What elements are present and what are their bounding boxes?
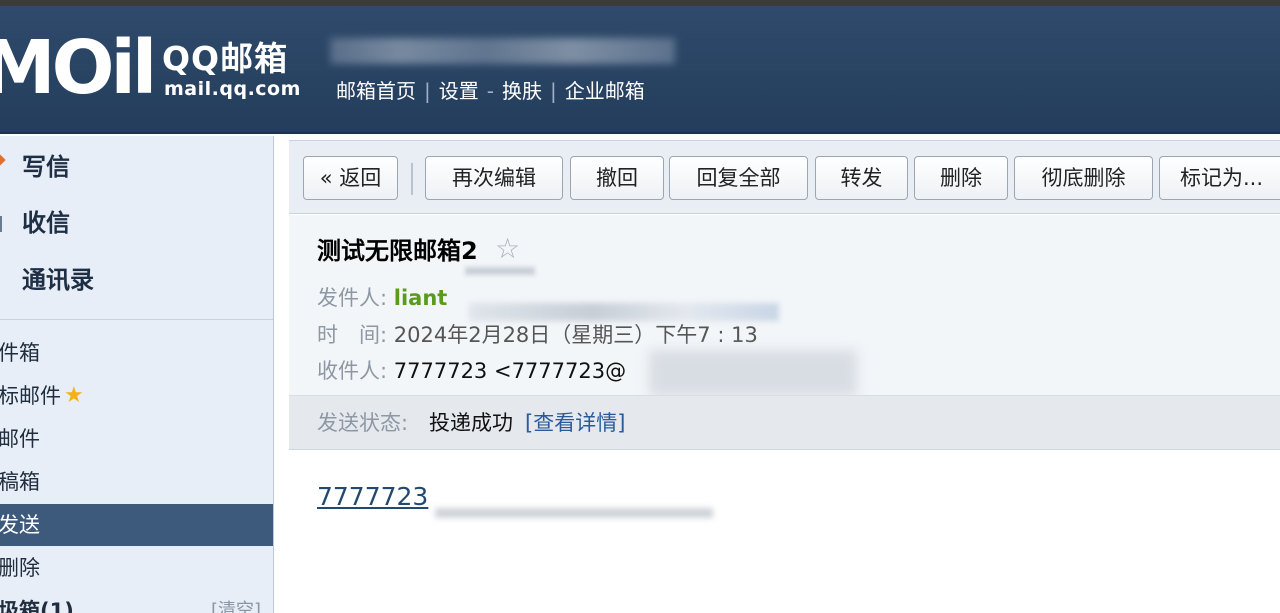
blurred-body-text xyxy=(435,508,713,518)
recipient[interactable]: 7777723 <7777723@ xyxy=(394,359,626,383)
back-button[interactable]: « 返回 xyxy=(303,156,398,200)
mail-header: 测试无限邮箱2 ☆ 发件人: liant 时 间: 2024年2月28日（星期三… xyxy=(289,215,1280,396)
blurred-account-info xyxy=(330,38,675,64)
blurred-text xyxy=(465,267,535,275)
to-label: 收件人: xyxy=(317,359,388,383)
sidebar: 写信 收信 通讯录 件箱 标邮件 ★ 邮件 稿箱 发送 删除 圾箱(1) [清空… xyxy=(0,136,274,613)
nav-separator: - xyxy=(486,79,494,103)
folder-sent[interactable]: 发送 xyxy=(0,504,273,546)
mark-as-button[interactable]: 标记为... xyxy=(1159,156,1280,200)
blurred-recipient-domain xyxy=(649,350,857,396)
folder-starred[interactable]: 标邮件 ★ xyxy=(0,375,273,417)
to-row: 收件人: 7777723 <7777723@ xyxy=(317,356,626,386)
folder-label: 标邮件 xyxy=(0,384,61,408)
mail-toolbar: « 返回 再次编辑 撤回 回复全部 转发 删除 彻底删除 标记为... xyxy=(289,140,1280,214)
from-row: 发件人: liant xyxy=(317,283,447,313)
empty-spam-link[interactable]: [清空] xyxy=(211,590,261,613)
delete-button[interactable]: 删除 xyxy=(914,156,1008,200)
reedit-button[interactable]: 再次编辑 xyxy=(425,156,563,200)
folder-deleted[interactable]: 删除 xyxy=(0,547,273,589)
folder-spam[interactable]: 圾箱(1) [清空] xyxy=(0,590,273,613)
pencil-icon xyxy=(0,154,6,166)
reply-all-button[interactable]: 回复全部 xyxy=(669,156,808,200)
mail-logo[interactable]: MOil xyxy=(0,28,157,108)
mail-subject: 测试无限邮箱2 xyxy=(317,237,478,265)
folder-label: 圾箱(1) xyxy=(0,599,74,613)
inbox-icon xyxy=(0,216,2,232)
folder-label: 邮件 xyxy=(0,427,40,451)
top-nav: 邮箱首页 | 设置 - 换肤 | 企业邮箱 xyxy=(336,76,645,106)
nav-separator: | xyxy=(424,79,431,103)
body-link[interactable]: 7777723 xyxy=(317,480,428,514)
sidebar-main-actions: 写信 收信 通讯录 xyxy=(0,136,273,320)
blurred-sender-address xyxy=(469,303,779,321)
mail-view: « 返回 再次编辑 撤回 回复全部 转发 删除 彻底删除 标记为... 测试无限… xyxy=(289,140,1280,613)
delete-forever-button[interactable]: 彻底删除 xyxy=(1014,156,1153,200)
star-outline-icon[interactable]: ☆ xyxy=(495,233,520,265)
nav-enterprise-mail[interactable]: 企业邮箱 xyxy=(565,79,645,103)
nav-settings[interactable]: 设置 xyxy=(439,79,479,103)
app-header: MOil QQ邮箱 mail.qq.com 邮箱首页 | 设置 - 换肤 | 企业邮箱 xyxy=(0,6,1280,134)
delivery-status-bar: 发送状态: 投递成功 [查看详情] xyxy=(289,396,1280,450)
folder-inbox[interactable]: 件箱 xyxy=(0,332,273,374)
compose-button[interactable]: 写信 xyxy=(22,150,70,184)
recall-button[interactable]: 撤回 xyxy=(570,156,664,200)
folder-label: 件箱 xyxy=(0,341,40,365)
forward-button[interactable]: 转发 xyxy=(815,156,908,200)
star-icon: ★ xyxy=(64,383,84,408)
status-label: 发送状态: xyxy=(317,411,409,435)
nav-separator: | xyxy=(549,79,557,103)
folder-label: 删除 xyxy=(0,556,40,580)
nav-change-skin[interactable]: 换肤 xyxy=(502,79,542,103)
time-row: 时 间: 2024年2月28日（星期三）下午7 : 13 xyxy=(317,320,758,350)
folder-drafts[interactable]: 稿箱 xyxy=(0,461,273,503)
logo-domain: mail.qq.com xyxy=(164,78,301,100)
check-mail-button[interactable]: 收信 xyxy=(22,206,70,240)
time-label: 时 间: xyxy=(317,323,388,347)
folder-group-mail[interactable]: 邮件 xyxy=(0,418,273,460)
nav-mailbox-home[interactable]: 邮箱首页 xyxy=(336,79,416,103)
mail-body: 7777723 xyxy=(289,452,1280,613)
folder-label: 稿箱 xyxy=(0,470,40,494)
time-value: 2024年2月28日（星期三）下午7 : 13 xyxy=(393,323,758,347)
sender-name[interactable]: liant xyxy=(394,286,448,310)
toolbar-divider xyxy=(411,163,413,195)
qq-mail-logo-text: QQ邮箱 xyxy=(162,39,289,78)
from-label: 发件人: xyxy=(317,286,388,310)
view-details-link[interactable]: [查看详情] xyxy=(525,408,625,438)
folder-label: 发送 xyxy=(0,513,40,537)
contacts-button[interactable]: 通讯录 xyxy=(22,263,94,297)
status-value: 投递成功 xyxy=(429,411,513,435)
